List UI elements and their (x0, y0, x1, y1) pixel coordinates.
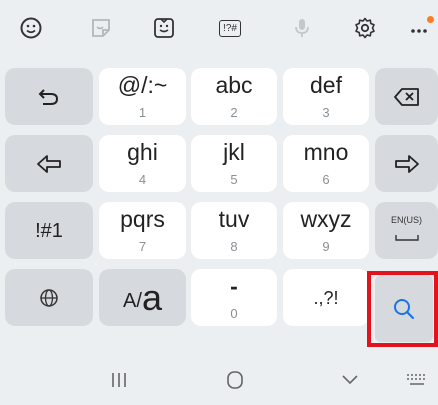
search-key[interactable] (375, 275, 433, 342)
notification-badge (427, 16, 434, 23)
mic-icon[interactable] (286, 12, 318, 44)
key-label: mno (303, 139, 349, 165)
key-def[interactable]: def 3 (283, 68, 369, 125)
symbols-key[interactable]: !#1 (5, 202, 93, 259)
key-abc[interactable]: abc 2 (191, 68, 277, 125)
key-label: tuv (218, 206, 250, 232)
key-pqrs[interactable]: pqrs 7 (99, 202, 186, 259)
key-label: jkl (223, 139, 245, 165)
key-wxyz[interactable]: wxyz 9 (283, 202, 369, 259)
key-number: 0 (230, 306, 238, 321)
case-small-label: A/ (123, 290, 142, 312)
more-icon[interactable] (404, 12, 436, 44)
search-icon (392, 297, 416, 321)
symbols-label: !?# (219, 19, 241, 37)
key-number: 1 (138, 105, 147, 120)
cursor-left-key[interactable] (5, 135, 93, 192)
case-toggle-key[interactable]: A/ a (99, 269, 186, 326)
bitmoji-icon[interactable] (148, 12, 180, 44)
key-label: wxyz (300, 206, 352, 232)
symbols-icon[interactable]: !?# (212, 12, 248, 44)
key-number: 9 (322, 239, 330, 254)
navigation-bar (0, 355, 438, 405)
language-label: EN(US) (391, 214, 422, 225)
key-ghi[interactable]: ghi 4 (99, 135, 186, 192)
sticker-icon[interactable] (85, 12, 117, 44)
key-tuv[interactable]: tuv 8 (191, 202, 277, 259)
recents-icon[interactable] (106, 367, 132, 393)
key-number: 7 (138, 239, 147, 254)
key-number: 4 (138, 172, 147, 187)
key-label: pqrs (120, 206, 165, 232)
key-number: 3 (322, 105, 330, 120)
backspace-icon (393, 87, 421, 107)
key-punctuation-2[interactable]: .,?! (283, 269, 369, 326)
settings-icon[interactable] (349, 12, 381, 44)
key-label: ghi (127, 139, 158, 165)
keyboard-icon[interactable] (404, 367, 430, 393)
language-switch-key[interactable] (5, 269, 93, 326)
globe-icon (39, 288, 59, 308)
key-jkl[interactable]: jkl 5 (191, 135, 277, 192)
emoji-icon[interactable] (15, 12, 47, 44)
backspace-key[interactable] (375, 68, 438, 125)
key-mno[interactable]: mno 6 (283, 135, 369, 192)
key-label: abc (215, 72, 253, 98)
case-big-label: a (141, 276, 162, 318)
key-space-0[interactable]: - 0 (191, 269, 277, 326)
cursor-right-key[interactable] (375, 135, 438, 192)
key-label: !#1 (35, 219, 63, 242)
key-number: 5 (230, 172, 238, 187)
undo-key[interactable] (5, 68, 93, 125)
key-number: 2 (230, 105, 238, 120)
key-label: .,?! (313, 287, 339, 308)
space-bar-icon (394, 229, 419, 247)
key-label: - (230, 273, 238, 299)
undo-icon (36, 86, 62, 108)
language-key[interactable]: EN(US) (375, 202, 438, 259)
keyboard-toolbar: !?# (0, 0, 438, 60)
arrow-left-icon (35, 153, 63, 175)
key-number: 8 (230, 239, 238, 254)
back-icon[interactable] (337, 367, 363, 393)
key-number: 6 (322, 172, 330, 187)
key-label: def (310, 72, 342, 98)
home-icon[interactable] (222, 367, 248, 393)
key-label: @/:~ (117, 72, 168, 98)
arrow-right-icon (393, 153, 421, 175)
key-punctuation-1[interactable]: @/:~ 1 (99, 68, 186, 125)
